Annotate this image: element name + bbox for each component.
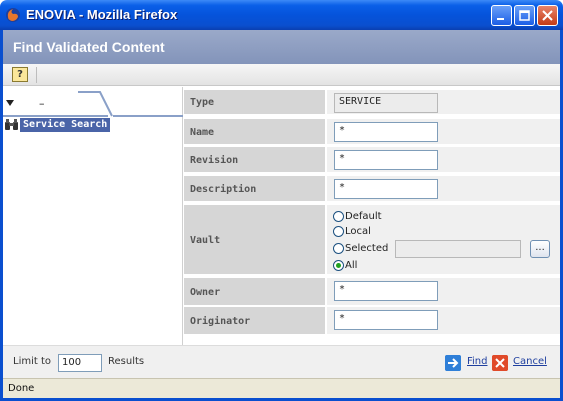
description-input[interactable]: *	[334, 179, 438, 199]
revision-label: Revision	[190, 155, 239, 166]
sidebar-tab-label: –	[39, 97, 45, 110]
vault-selected-field	[395, 240, 521, 258]
form-row-description: Description *	[184, 176, 560, 202]
toolbar-divider	[36, 67, 37, 83]
form-row-name: Name *	[184, 119, 560, 145]
vault-label: Vault	[190, 235, 221, 246]
form-row-type: Type SERVICE	[184, 90, 560, 115]
radio-default-icon	[333, 210, 344, 222]
collapse-triangle-icon[interactable]	[6, 100, 14, 106]
page-title: Find Validated Content	[13, 39, 165, 55]
minimize-button[interactable]	[491, 5, 512, 26]
radio-all-icon	[333, 259, 344, 271]
vault-radio-all[interactable]: All	[333, 258, 357, 272]
name-input[interactable]: *	[334, 122, 438, 142]
form-row-revision: Revision *	[184, 147, 560, 173]
owner-label: Owner	[190, 287, 221, 298]
close-button[interactable]	[537, 5, 558, 26]
tab-edge-icon	[78, 91, 113, 117]
sidebar-tab-bar: –	[3, 91, 183, 117]
maximize-icon	[519, 10, 530, 21]
revision-input[interactable]: *	[334, 150, 438, 170]
owner-input[interactable]: *	[334, 281, 438, 301]
page-header: Find Validated Content	[3, 30, 560, 64]
status-bar: Done	[3, 378, 560, 398]
help-icon[interactable]: ?	[12, 67, 28, 82]
radio-selected-icon	[333, 242, 344, 254]
status-text: Done	[8, 383, 35, 394]
description-label: Description	[190, 184, 257, 195]
limit-label: Limit to	[13, 356, 52, 367]
form-row-vault: Vault Default Local Selected ... All	[184, 205, 560, 275]
type-field: SERVICE	[334, 93, 438, 113]
vault-radio-local[interactable]: Local	[333, 224, 371, 238]
vault-browse-button[interactable]: ...	[530, 240, 550, 258]
originator-input[interactable]: *	[334, 310, 438, 330]
binoculars-icon	[5, 119, 18, 130]
minimize-icon	[497, 18, 504, 20]
type-label: Type	[190, 97, 215, 108]
find-link[interactable]: Find	[467, 356, 488, 367]
form-row-originator: Originator *	[184, 307, 560, 335]
tab-underline	[113, 115, 183, 117]
window-title-bar: ENOVIA - Mozilla Firefox	[0, 0, 563, 30]
close-icon	[542, 10, 553, 21]
name-label: Name	[190, 127, 215, 138]
originator-label: Originator	[190, 316, 251, 327]
toolbar: ?	[3, 64, 560, 86]
cancel-link[interactable]: Cancel	[513, 356, 547, 367]
cancel-x-icon[interactable]	[492, 355, 508, 371]
results-label: Results	[108, 356, 145, 367]
sidebar-item-label: Service Search	[20, 118, 111, 132]
form-row-owner: Owner *	[184, 278, 560, 306]
search-footer: Limit to 100 Results Find Cancel	[3, 345, 560, 378]
firefox-icon	[6, 8, 20, 22]
vault-radio-selected[interactable]: Selected	[333, 241, 388, 255]
search-sidebar: – Service Search	[3, 87, 183, 345]
vault-radio-default[interactable]: Default	[333, 209, 382, 223]
maximize-button[interactable]	[514, 5, 535, 26]
window-title: ENOVIA - Mozilla Firefox	[26, 7, 178, 22]
limit-input[interactable]: 100	[58, 354, 102, 372]
radio-local-icon	[333, 225, 344, 237]
find-arrow-icon[interactable]	[445, 355, 461, 371]
